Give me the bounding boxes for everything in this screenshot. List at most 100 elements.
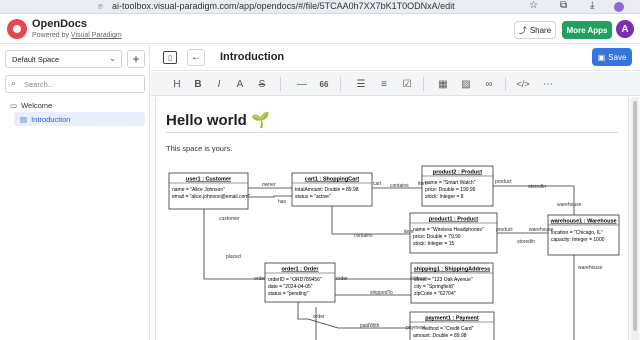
object-attr: name = "Alice Johnson": [172, 187, 225, 193]
document-header: ▯ ← Introduction ▣ Save: [151, 45, 640, 71]
folder-label: Welcome: [21, 101, 53, 110]
assoc-label: owner: [262, 182, 276, 188]
object-title: user1 : Customer: [186, 177, 232, 183]
code-icon[interactable]: </>: [515, 76, 531, 92]
assoc-label: order: [336, 276, 348, 282]
object-attr: location = "Chicago, IL": [551, 230, 603, 236]
object-product1[interactable]: product1 : Product name = "Wireless Head…: [409, 212, 498, 254]
extensions-icon[interactable]: ⧉: [560, 0, 567, 11]
horizontal-rule-button[interactable]: —: [294, 76, 310, 92]
search-icon: ⌕: [11, 78, 17, 88]
text-color-button[interactable]: A: [232, 76, 248, 92]
share-label: Share: [529, 25, 552, 35]
save-icon: ▣: [597, 52, 606, 62]
object-title: order1 : Order: [282, 267, 320, 273]
assoc-label: shippedTo: [370, 290, 393, 296]
search-placeholder: Search...: [24, 80, 55, 89]
assoc-label: warehouse: [578, 265, 603, 271]
object-attr: email = "alice.johnson@email.com": [172, 194, 250, 200]
object-cart1[interactable]: cart1 : ShoppingCart totalAmount: Double…: [291, 172, 373, 207]
assoc-label: item: [418, 181, 427, 187]
assoc-label: paidWith: [360, 323, 380, 329]
quote-button[interactable]: 66: [316, 76, 332, 92]
table-icon[interactable]: ▦: [435, 76, 451, 92]
object-product2[interactable]: product2 : Product name = "Smart Watch" …: [421, 165, 494, 207]
ordered-list-icon[interactable]: ≡: [376, 76, 392, 92]
bold-button[interactable]: B: [190, 76, 206, 92]
space-select[interactable]: Default Space ⌄: [5, 50, 122, 68]
assoc-label: payment: [406, 325, 426, 331]
download-icon[interactable]: ⤓: [590, 0, 594, 11]
chevron-down-icon: ⌄: [109, 54, 116, 63]
bookmark-star-icon[interactable]: ☆: [529, 0, 538, 11]
bullet-list-icon[interactable]: ☰: [353, 76, 369, 92]
add-space-button[interactable]: +: [127, 50, 145, 68]
powered-link[interactable]: Visual Paradigm: [71, 32, 122, 39]
object-attr: name = "Smart Watch": [425, 180, 476, 186]
sidebar: Default Space ⌄ + ⌕ Search... ▭ Welcome ▤…: [0, 45, 150, 340]
toolbar-divider: [280, 77, 281, 91]
object-attr: method = "Credit Card": [422, 326, 474, 332]
object-attr: status = "active": [295, 194, 331, 200]
link-icon[interactable]: ∞: [481, 76, 497, 92]
assoc-label: product: [496, 227, 513, 233]
object-attr: city = "Springfield": [414, 284, 455, 290]
assoc-label: order: [254, 276, 266, 282]
document-icon: ▤: [20, 115, 28, 124]
check-list-icon[interactable]: ☑: [399, 76, 415, 92]
browser-address-bar: ⌾ ai-toolbox.visual-paradigm.com/app/ope…: [0, 0, 640, 14]
toggle-sidebar-icon[interactable]: ▯: [163, 51, 177, 64]
object-title: product1 : Product: [429, 217, 478, 223]
sidebar-search-input[interactable]: ⌕ Search...: [5, 75, 145, 93]
document-page[interactable]: Hello world 🌱 This space is yours. user1…: [155, 97, 629, 340]
object-shipping1[interactable]: shipping1 : ShippingAddress street = "12…: [410, 262, 494, 304]
object-attr: amount: Double = 89.98: [413, 333, 467, 339]
page-title: Introduction: [220, 51, 285, 63]
tree-page-introduction[interactable]: ▤ Introduction: [14, 112, 145, 126]
object-attr: name = "Wireless Headphones": [413, 227, 484, 233]
space-select-value: Default Space: [12, 55, 60, 64]
image-icon[interactable]: ▨: [458, 76, 474, 92]
object-attr: stock: Integer = 15: [413, 241, 454, 247]
strikethrough-button[interactable]: S: [254, 76, 270, 92]
assoc-label: placed: [226, 254, 241, 260]
object-attr: date = "2024-04-05": [268, 284, 313, 290]
toolbar-divider: [505, 77, 506, 91]
more-options-icon[interactable]: ⋯: [540, 76, 556, 92]
url-field[interactable]: ai-toolbox.visual-paradigm.com/app/opend…: [112, 1, 455, 11]
site-info-icon[interactable]: ⌾: [98, 2, 103, 12]
content-scrollbar[interactable]: [631, 97, 639, 340]
heading-button[interactable]: H: [169, 76, 185, 92]
toolbar-divider: [423, 77, 424, 91]
tree-folder-welcome[interactable]: ▭ Welcome: [10, 101, 52, 110]
object-title: shipping1 : ShippingAddress: [414, 267, 490, 273]
object-order1[interactable]: order1 : Order orderID = "ORD789456" dat…: [264, 262, 336, 303]
assoc-label: has: [278, 199, 287, 205]
opendocs-logo-icon: [7, 19, 27, 39]
user-avatar[interactable]: A: [616, 20, 634, 38]
object-attr: stock: Integer = 8: [425, 194, 464, 200]
object-warehouse1[interactable]: warehouse1 : Warehouse location = "Chica…: [547, 214, 620, 256]
object-attr: status = "pending": [268, 291, 309, 297]
toolbar-divider: [340, 77, 341, 91]
scrollbar-thumb[interactable]: [633, 101, 637, 331]
browser-profile-icon[interactable]: [614, 2, 624, 12]
object-diagram[interactable]: user1 : Customer name = "Alice Johnson" …: [156, 97, 630, 340]
assoc-label: warehouse: [529, 227, 554, 233]
editor-content: Hello world 🌱 This space is yours. user1…: [151, 97, 640, 340]
object-attr: totalAmount: Double = 89.98: [295, 187, 359, 193]
back-button[interactable]: ←: [187, 49, 205, 66]
italic-button[interactable]: I: [211, 76, 227, 92]
save-button[interactable]: ▣ Save: [592, 48, 632, 66]
more-apps-button[interactable]: More Apps: [562, 21, 612, 39]
share-button[interactable]: ⤴ Share: [514, 21, 556, 39]
app-name: OpenDocs: [32, 18, 88, 30]
assoc-label: address: [410, 276, 428, 282]
save-label: Save: [608, 52, 627, 62]
share-icon: ⤴: [518, 25, 527, 35]
object-attr: capacity: Integer = 1000: [551, 237, 605, 243]
powered-prefix: Powered by: [32, 32, 71, 39]
assoc-label: storedIn: [517, 239, 535, 245]
object-user1[interactable]: user1 : Customer name = "Alice Johnson" …: [168, 172, 250, 210]
page-label: Introduction: [31, 115, 71, 124]
